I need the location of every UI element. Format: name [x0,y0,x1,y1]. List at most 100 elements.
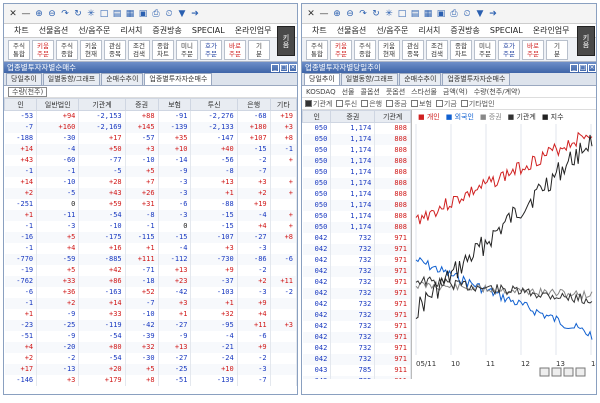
series-checkbox[interactable]: 기관계 [305,99,332,109]
table-row[interactable]: -770 -59 -885 +111 -112 -730 -86 -6 [4,253,297,265]
table-row[interactable]: 042 732 971 [302,353,411,365]
column-header[interactable]: 보험 [157,98,192,111]
table-row[interactable]: +43 -60 -77 -10 -14 -56 -2 + [4,154,297,166]
table-row[interactable]: 042 732 971 [302,320,411,332]
window-icon[interactable]: □ [397,9,407,19]
tab[interactable]: 순매수추이 [101,73,144,85]
menu-item[interactable]: 증권방송 [450,25,479,36]
table-row[interactable]: 050 1,174 808 [302,221,411,233]
table-row[interactable]: +4 -20 +80 +32 +13 -21 +9 [4,341,297,353]
table-row[interactable]: +14 -10 +28 +7 -3 +13 +3 + [4,176,297,188]
zoom-in-icon[interactable]: ⊕ [332,9,342,19]
quick-button[interactable]: 관심 종목 [402,39,424,60]
menu-item[interactable]: 증권방송 [152,25,181,36]
table-row[interactable]: 042 732 971 [302,265,411,277]
quick-button[interactable]: 호가 주문 [200,39,222,60]
menu-item[interactable]: 차트 [312,25,327,36]
menu-item[interactable]: 리서치 [120,25,142,36]
series-checkbox[interactable]: 은행 [361,99,382,109]
quick-button[interactable]: 주식 종합 [354,39,376,60]
tab[interactable]: 순매수추이 [399,73,442,85]
column-header[interactable]: 투신 [190,98,238,111]
quick-button[interactable]: 바로 주문 [224,39,246,60]
table-row[interactable]: 050 1,174 808 [302,144,411,156]
grid-icon[interactable]: ▦ [125,9,135,19]
print-icon[interactable]: ⎙ [151,9,161,19]
menu-item[interactable]: 차트 [14,25,29,36]
table-row[interactable]: +2 -5 +43 +26 -3 +1 +2 + [4,187,297,199]
checkbox-box[interactable] [386,100,394,107]
column-header[interactable]: 인 [302,110,332,123]
arrow-icon[interactable]: ➔ [190,9,200,19]
table-row[interactable]: 042 732 971 [302,331,411,343]
save-icon[interactable]: ▤ [112,9,122,19]
checkbox-box[interactable] [361,100,369,107]
quick-button[interactable]: 주식 통합 [8,39,30,60]
down-icon[interactable]: ▼ [177,9,187,19]
table-row[interactable]: -23 -25 -119 -42 -27 -95 +11 +3 [4,319,297,331]
zoom-in-icon[interactable]: ⊕ [34,9,44,19]
column-header[interactable]: 증권 [330,110,376,123]
arrow-icon[interactable]: ➔ [488,9,498,19]
checkbox-box[interactable] [460,100,468,107]
market-radio[interactable]: 콜옵션 [361,87,380,97]
refresh-icon[interactable]: ↻ [371,9,381,19]
minimize-icon[interactable]: — [21,9,31,19]
redo-icon[interactable]: ↷ [60,9,70,19]
column-header[interactable]: 기관계 [374,110,411,123]
checkbox-box[interactable] [411,100,418,107]
table-row[interactable]: +14 -4 +50 +3 +10 +40 -15 -1 [4,143,297,155]
table-row[interactable]: -16 +5 -175 -115 -15 -107 -27 +8 [4,231,297,243]
table-row[interactable]: +1 -11 -54 -8 -3 -15 -4 + [4,209,297,221]
table-row[interactable]: -762 +33 +86 -18 +23 -37 +2 +11 [4,275,297,287]
market-radio[interactable]: 풋옵션 [386,87,405,97]
tab[interactable]: 당일추이 [6,73,42,85]
table-row[interactable]: -188 -30 +17 -57 +35 -147 +107 +8 [4,132,297,144]
table-row[interactable]: -251 0 +59 +31 -6 -88 +19 [4,198,297,210]
quick-button[interactable]: 조건 검색 [128,39,150,60]
close-icon[interactable]: × [588,63,596,72]
table-row[interactable]: -7 +160 -2,169 +145 -139 -2,133 +180 +3 [4,121,297,133]
quick-button[interactable]: 종합 차트 [450,39,472,60]
zoom-out-icon[interactable]: ⊖ [47,9,57,19]
chart-nav-first-button[interactable] [539,367,550,377]
quick-button[interactable]: 주식 통합 [306,39,328,60]
table-row[interactable]: 050 1,174 808 [302,133,411,145]
unit-radio[interactable]: 금액(억) [443,87,468,97]
alarm-icon[interactable]: ⏲ [164,9,174,19]
checkbox-box[interactable] [435,100,443,107]
sun-icon[interactable]: ✳ [384,9,394,19]
menu-item[interactable]: SPECIAL [192,26,225,35]
column-header[interactable]: 인 [4,98,38,111]
table-row[interactable]: 050 1,174 808 [302,166,411,178]
grid-icon[interactable]: ▦ [423,9,433,19]
table-row[interactable]: 050 1,174 808 [302,177,411,189]
chart-nav-prev-button[interactable] [551,367,562,377]
unit-select[interactable]: 수량(천주) [8,86,48,97]
table-row[interactable]: +2 -2 -54 -30 -27 -24 -2 [4,352,297,364]
quick-button[interactable]: 키움 주문 [32,39,54,60]
table-row[interactable]: +1 -9 +33 -10 +1 +32 +4 [4,308,297,320]
market-radio[interactable]: 스타선물 [411,87,437,97]
quick-button[interactable]: 종합 차트 [152,39,174,60]
table-row[interactable]: 050 1,174 808 [302,199,411,211]
table-row[interactable]: 050 1,174 808 [302,122,411,134]
quick-button[interactable]: 기분 [248,39,270,60]
table-row[interactable]: 042 732 971 [302,298,411,310]
series-checkbox[interactable]: 종금 [386,99,407,109]
table-row[interactable]: +17 -13 +20 +5 -25 +10 -3 [4,363,297,375]
window-icon[interactable]: □ [99,9,109,19]
table-row[interactable]: 042 732 971 [302,287,411,299]
quick-button[interactable]: 미니 주문 [474,39,496,60]
table-row[interactable]: -146 +3 +179 +8 -51 -139 -7 [4,374,297,386]
table-row[interactable]: 042 732 971 [302,342,411,354]
quick-button[interactable]: 조건 검색 [426,39,448,60]
checkbox-box[interactable] [305,100,312,107]
sun-icon[interactable]: ✳ [86,9,96,19]
menu-item[interactable]: 선/옵주문 [376,25,408,36]
series-checkbox[interactable]: 기타법인 [460,99,495,109]
down-icon[interactable]: ▼ [475,9,485,19]
column-header[interactable]: 기관계 [78,98,126,111]
quick-button[interactable]: 기분 [546,39,568,60]
tab[interactable]: 업종별투자자순매수 [144,73,213,85]
